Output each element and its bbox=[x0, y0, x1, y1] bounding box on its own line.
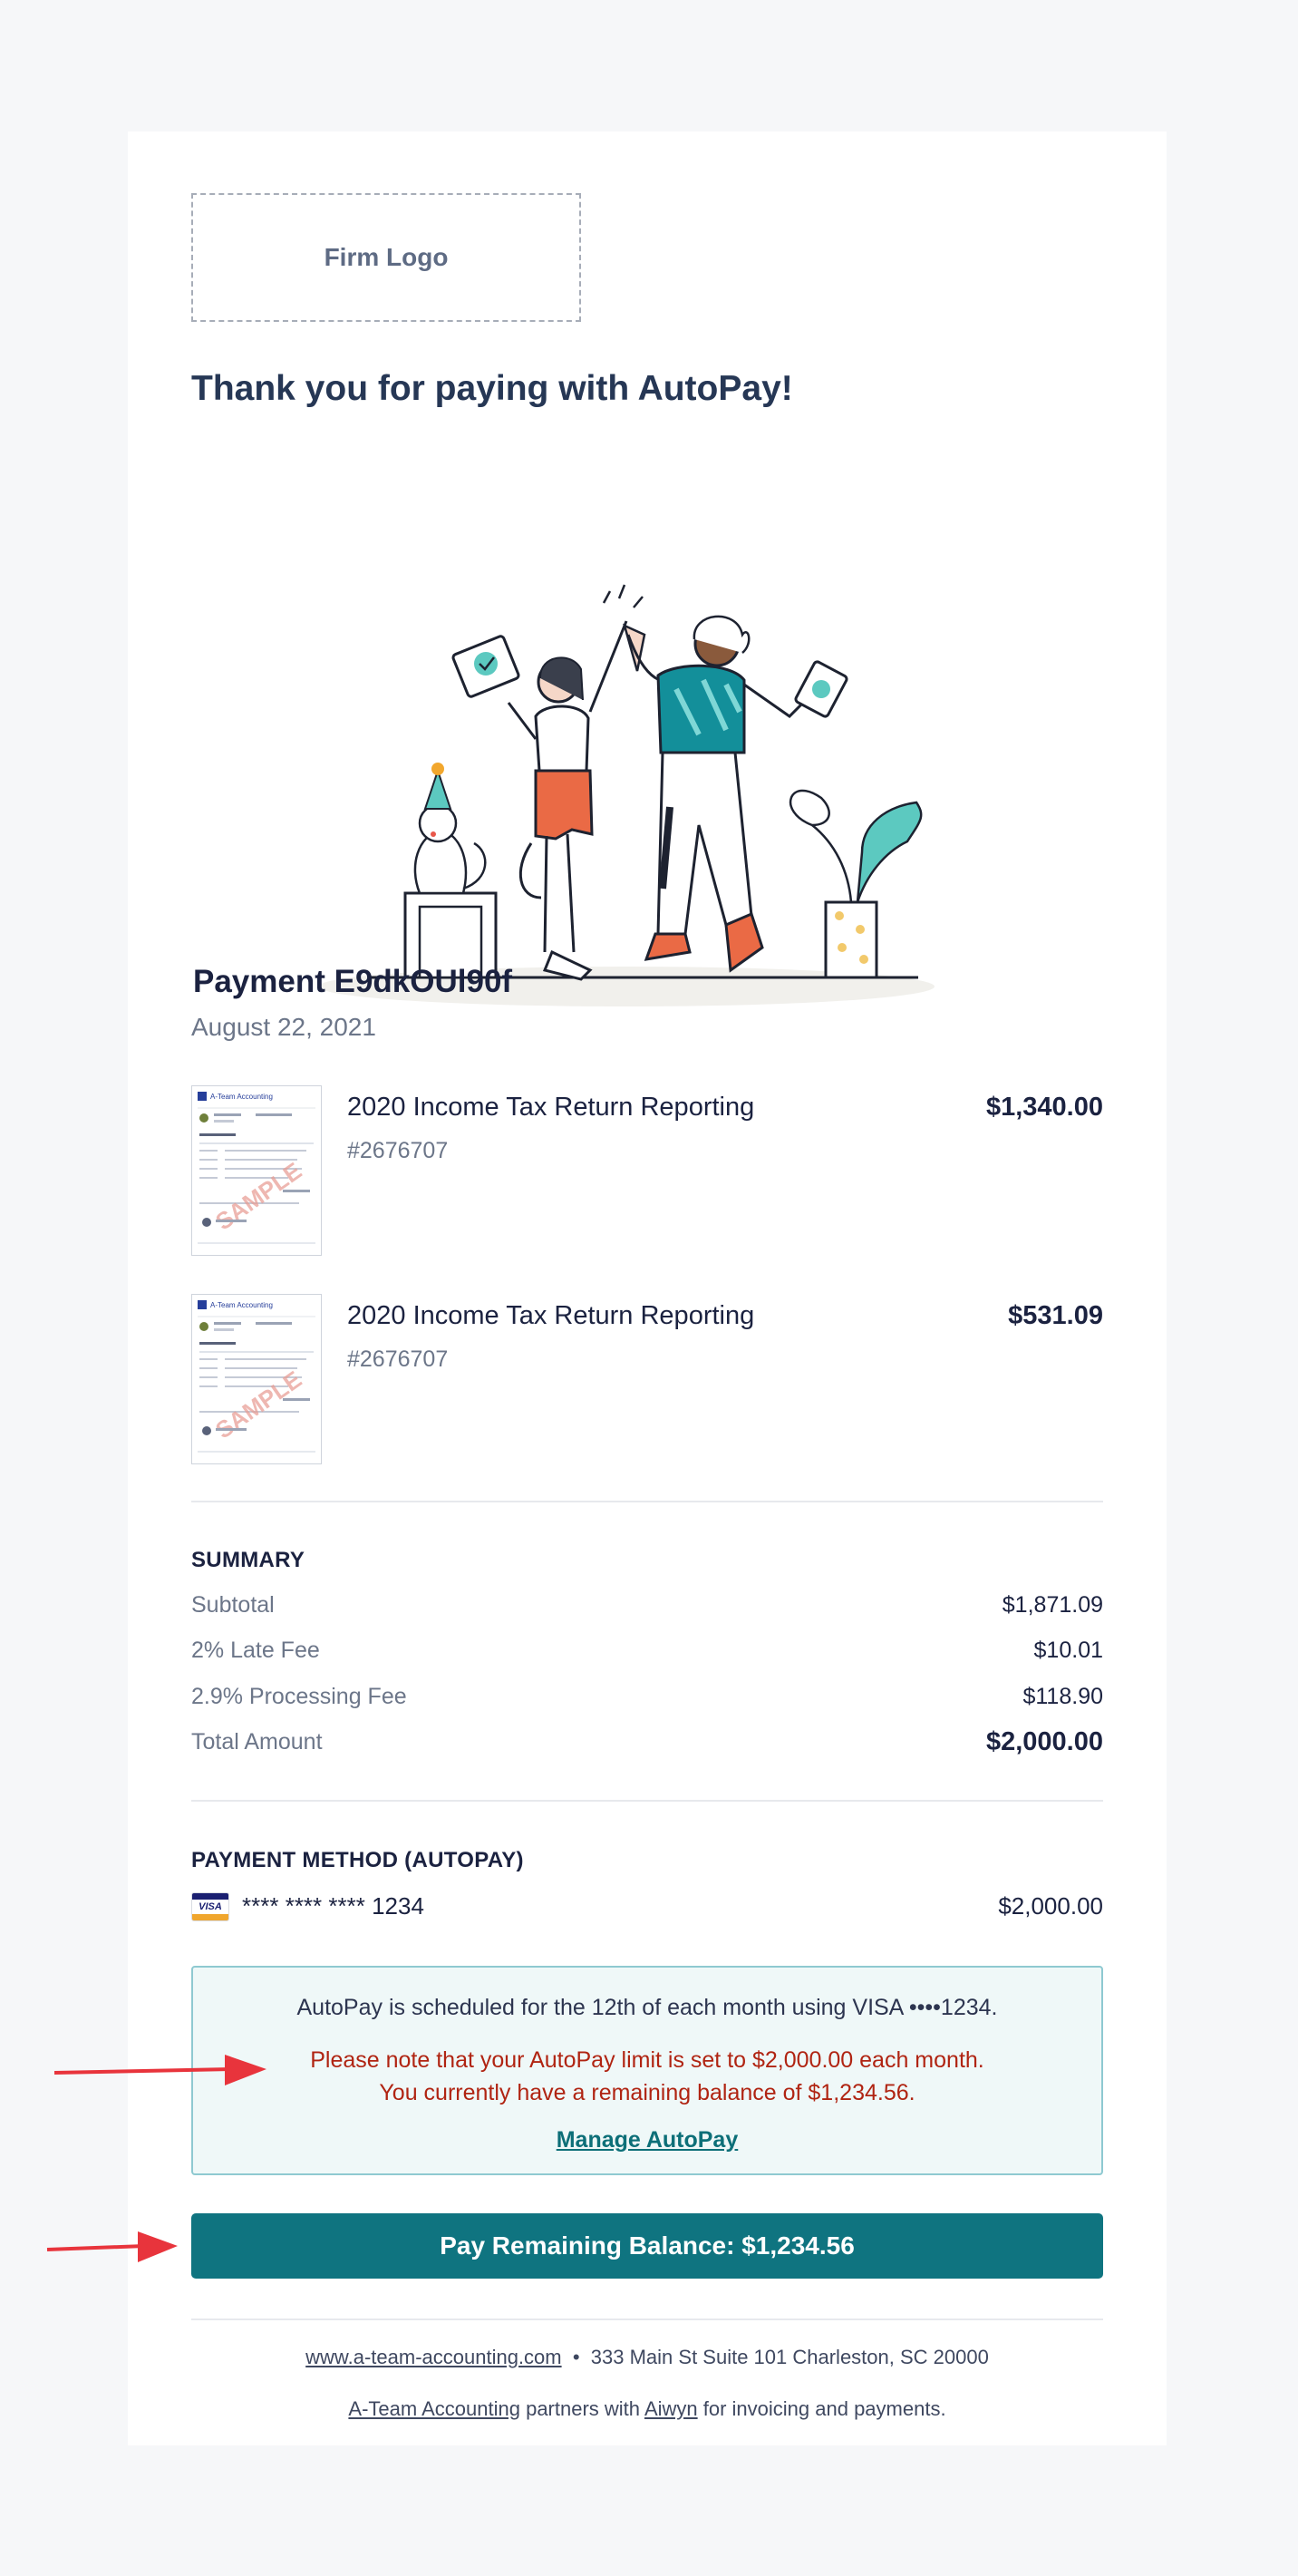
firm-address: 333 Main St Suite 101 Charleston, SC 200… bbox=[590, 2346, 989, 2368]
footer-partners: A-Team Accounting partners with Aiwyn fo… bbox=[128, 2397, 1167, 2421]
annotation-arrow-icon bbox=[46, 2231, 178, 2262]
invoice-line-item[interactable]: A-Team Accounting SAMPLE 2020 Income Tax… bbox=[191, 1085, 1103, 1258]
invoice-thumbnail[interactable]: A-Team Accounting SAMPLE bbox=[191, 1085, 322, 1256]
summary-row-subtotal: Subtotal $1,871.09 bbox=[191, 1592, 1103, 1628]
invoice-number: #2676707 bbox=[347, 1138, 449, 1163]
divider bbox=[191, 2318, 1103, 2320]
thumb-brand: A-Team Accounting bbox=[210, 1301, 273, 1309]
firm-name-link[interactable]: A-Team Accounting bbox=[348, 2397, 520, 2420]
summary-row-total: Total Amount $2,000.00 bbox=[191, 1727, 1103, 1765]
footer-contact: www.a-team-accounting.com • 333 Main St … bbox=[128, 2346, 1167, 2369]
card-number: **** **** **** 1234 bbox=[242, 1892, 424, 1920]
page-title: Thank you for paying with AutoPay! bbox=[191, 369, 793, 408]
autopay-schedule-text: AutoPay is scheduled for the 12th of eac… bbox=[296, 1995, 998, 2020]
annotation-arrow-icon bbox=[53, 2055, 266, 2085]
invoice-title: 2020 Income Tax Return Reporting bbox=[347, 1301, 755, 1330]
invoice-preview-image: A-Team Accounting SAMPLE bbox=[198, 1092, 315, 1244]
payment-method-heading: PAYMENT METHOD (AUTOPAY) bbox=[191, 1848, 524, 1872]
summary-row-late-fee: 2% Late Fee $10.01 bbox=[191, 1638, 1103, 1674]
summary-label: 2.9% Processing Fee bbox=[191, 1684, 407, 1709]
firm-website-link[interactable]: www.a-team-accounting.com bbox=[305, 2346, 561, 2368]
invoice-title: 2020 Income Tax Return Reporting bbox=[347, 1093, 755, 1122]
partners-suffix: for invoicing and payments. bbox=[702, 2397, 946, 2420]
summary-row-processing-fee: 2.9% Processing Fee $118.90 bbox=[191, 1684, 1103, 1720]
thumb-brand: A-Team Accounting bbox=[210, 1093, 273, 1101]
summary-label: 2% Late Fee bbox=[191, 1638, 320, 1663]
invoice-line-item[interactable]: A-Team Accounting SAMPLE 2020 Income Tax… bbox=[191, 1294, 1103, 1466]
summary-value: $1,871.09 bbox=[1002, 1592, 1103, 1618]
firm-logo-label: Firm Logo bbox=[324, 243, 449, 271]
footer-separator: • bbox=[572, 2346, 580, 2368]
remaining-balance-warning: You currently have a remaining balance o… bbox=[379, 2080, 915, 2105]
payment-date: August 22, 2021 bbox=[191, 1013, 376, 1041]
invoice-amount: $531.09 bbox=[1008, 1301, 1103, 1330]
payment-method-amount: $2,000.00 bbox=[998, 1892, 1103, 1920]
firm-logo-placeholder: Firm Logo bbox=[191, 193, 581, 322]
divider bbox=[191, 1800, 1103, 1802]
invoice-number: #2676707 bbox=[347, 1346, 449, 1372]
invoice-preview-image: A-Team Accounting SAMPLE bbox=[198, 1300, 315, 1453]
total-amount: $2,000.00 bbox=[985, 1727, 1103, 1756]
pay-remaining-balance-button[interactable]: Pay Remaining Balance: $1,234.56 bbox=[191, 2213, 1103, 2279]
divider bbox=[191, 1501, 1103, 1502]
visa-card-icon: VISA bbox=[191, 1892, 229, 1921]
invoice-amount: $1,340.00 bbox=[985, 1093, 1103, 1122]
manage-autopay-link[interactable]: Manage AutoPay bbox=[193, 2127, 1101, 2153]
summary-value: $10.01 bbox=[1033, 1638, 1103, 1663]
autopay-notice: AutoPay is scheduled for the 12th of eac… bbox=[191, 1966, 1103, 2175]
card-brand: VISA bbox=[199, 1901, 222, 1912]
payment-title: Payment E9dkOUl90f bbox=[193, 964, 513, 999]
invoice-thumbnail[interactable]: A-Team Accounting SAMPLE bbox=[191, 1294, 322, 1464]
partners-text: partners with bbox=[526, 2397, 641, 2420]
summary-heading: SUMMARY bbox=[191, 1548, 305, 1572]
autopay-limit-warning: Please note that your AutoPay limit is s… bbox=[310, 2047, 984, 2073]
summary-label: Subtotal bbox=[191, 1592, 275, 1618]
aiwyn-link[interactable]: Aiwyn bbox=[644, 2397, 698, 2420]
email-card: Firm Logo Thank you for paying with Auto… bbox=[128, 131, 1167, 2445]
summary-label: Total Amount bbox=[191, 1729, 323, 1755]
summary-value: $118.90 bbox=[1022, 1684, 1103, 1709]
